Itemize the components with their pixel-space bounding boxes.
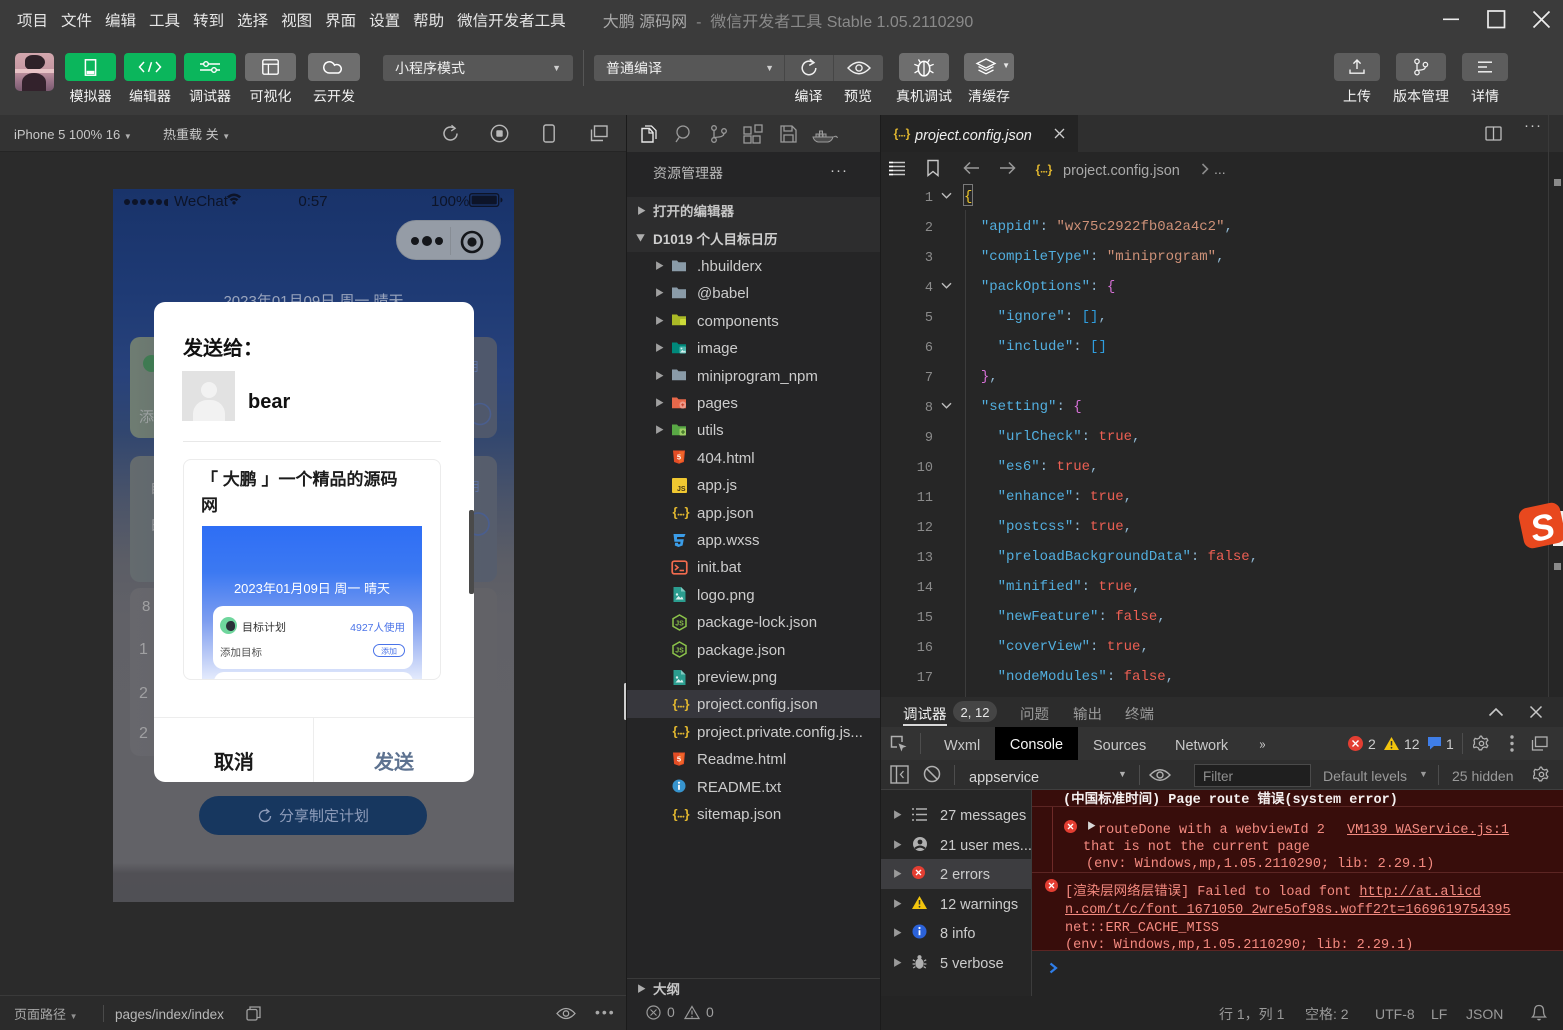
- svg-text:}: }: [684, 724, 689, 739]
- svg-text:}: }: [684, 696, 689, 711]
- svg-text:5: 5: [677, 453, 681, 462]
- svg-text:5: 5: [677, 754, 681, 763]
- svg-text:}: }: [684, 806, 689, 821]
- svg-text:}: }: [684, 505, 689, 520]
- svg-text:{: {: [1036, 163, 1041, 177]
- svg-text:}: }: [1048, 163, 1053, 177]
- svg-text:}: }: [906, 127, 911, 141]
- svg-text:JS: JS: [675, 648, 684, 655]
- svg-text:{: {: [672, 696, 677, 711]
- svg-text:{: {: [672, 724, 677, 739]
- svg-text:JS: JS: [675, 620, 684, 627]
- svg-text:{: {: [672, 505, 677, 520]
- svg-text:{: {: [894, 127, 899, 141]
- svg-text:{: {: [672, 806, 677, 821]
- svg-text:JS: JS: [677, 486, 686, 493]
